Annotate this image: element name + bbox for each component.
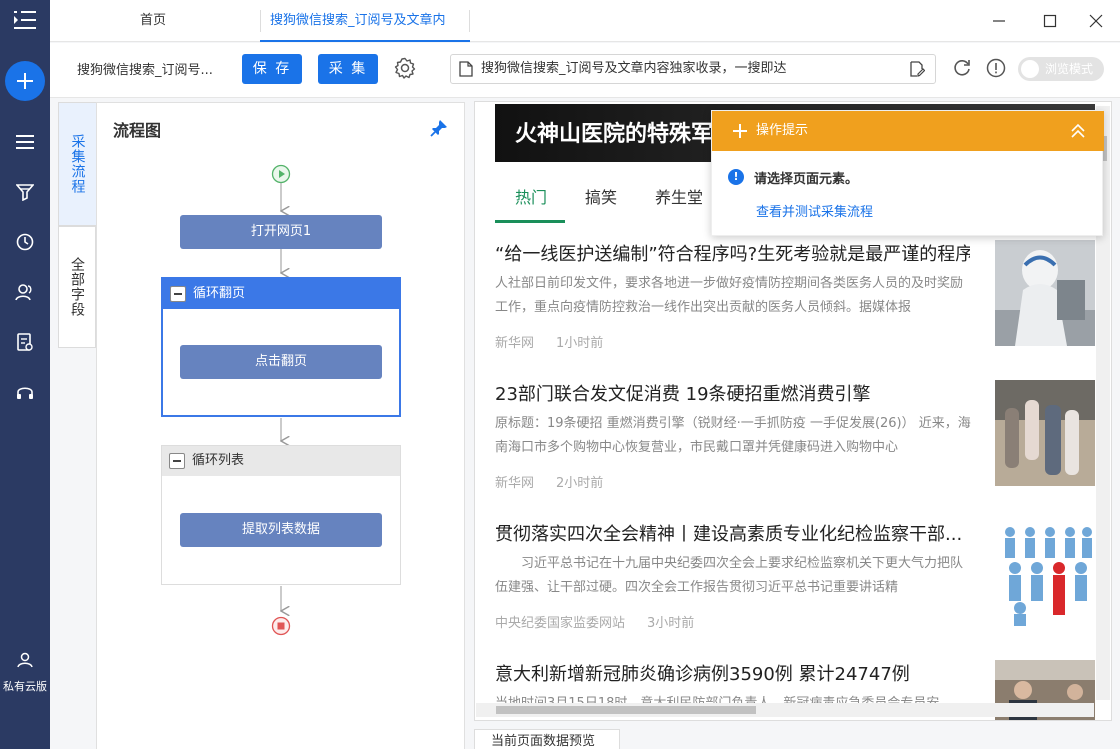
article-meta: 新华网 1小时前 [495, 332, 625, 351]
loop-list-label: 循环列表 [192, 453, 245, 468]
refresh-icon[interactable] [952, 58, 972, 82]
side-tabs: 采集流程 全部字段 [58, 102, 96, 348]
collect-button[interactable]: 采 集 [318, 54, 378, 84]
title-bar: 首页 搜狗微信搜索_订阅号及文章内 [50, 0, 1120, 42]
article-source: 中央纪委国家监委网站 [495, 616, 626, 631]
article-time: 2小时前 [556, 476, 604, 491]
flow-panel: 流程图 打开网页1 循环翻页 点击翻页 循环列表 提取列表数据 [96, 102, 465, 749]
nav-health[interactable]: 养生堂 [655, 184, 703, 208]
url-field[interactable]: 搜狗微信搜索_订阅号及文章内容独家收录，一搜即达 [450, 54, 936, 84]
article-thumbnail[interactable] [995, 380, 1095, 486]
browse-mode-label: 浏览模式 [1045, 62, 1094, 76]
tab-current-task-label: 搜狗微信搜索_订阅号及文章内 [270, 13, 446, 28]
plus-icon [17, 73, 33, 89]
node-click-page[interactable]: 点击翻页 [180, 345, 382, 379]
new-task-button[interactable] [5, 61, 45, 101]
private-cloud-label: 私有云版 [3, 680, 47, 693]
banner-title: 火神山医院的特殊军 [515, 122, 714, 147]
tips-title: 操作提示 [756, 123, 809, 138]
browse-mode-toggle[interactable]: 浏览模式 [1018, 57, 1104, 81]
export-doc-icon[interactable] [0, 322, 50, 362]
collapse-up-icon[interactable] [1070, 123, 1086, 143]
menu-collapse-icon[interactable] [0, 0, 50, 40]
article-meta: 中央纪委国家监委网站 3小时前 [495, 612, 716, 631]
flow-connectors [97, 183, 466, 749]
gear-icon[interactable] [394, 57, 416, 83]
collapse-icon[interactable] [170, 286, 186, 302]
tab-all-fields[interactable]: 全部字段 [58, 226, 96, 348]
article-title[interactable]: “给一线医护送编制”符合程序吗?生死考验就是最严谨的程序 [495, 240, 970, 266]
nav-funny[interactable]: 搞笑 [585, 184, 617, 208]
tab-home[interactable]: 首页 [140, 0, 166, 42]
left-rail: 私有云版 [0, 0, 50, 749]
filter-icon[interactable] [0, 172, 50, 212]
plus-icon [732, 123, 748, 143]
article-source: 新华网 [495, 476, 535, 491]
article-summary: 习近平总书记在十九届中央纪委四次全会上要求纪检监察机关下更大气力把队伍建强、让干… [495, 556, 964, 595]
headset-icon[interactable] [0, 372, 50, 412]
article-summary: 原标题：19条硬招 重燃消费引擎（锐财经·一手抓防疫 一手促发展(26)） 近来… [495, 416, 971, 455]
nav-underline [495, 220, 565, 223]
save-button[interactable]: 保 存 [242, 54, 302, 84]
document-icon [459, 61, 473, 81]
tab-collect-flow[interactable]: 采集流程 [58, 102, 96, 226]
loop-list-header[interactable]: 循环列表 [162, 446, 400, 476]
toolbar: 搜狗微信搜索_订阅号... 保 存 采 集 搜狗微信搜索_订阅号及文章内容独家收… [50, 43, 1120, 98]
article-title[interactable]: 23部门联合发文促消费 19条硬招重燃消费引擎 [495, 380, 970, 406]
tab-current-task[interactable]: 搜狗微信搜索_订阅号及文章内 [260, 0, 470, 42]
tips-message: 请选择页面元素。 [754, 172, 859, 187]
article-thumbnail[interactable] [995, 240, 1095, 346]
article-title[interactable]: 意大利新增新冠肺炎确诊病例3590例 累计24747例 [495, 660, 970, 686]
article-title[interactable]: 贯彻落实四次全会精神丨建设高素质专业化纪检监察干部... [495, 520, 970, 546]
task-name[interactable]: 搜狗微信搜索_订阅号... [77, 43, 213, 98]
nav-hot[interactable]: 热门 [515, 184, 547, 208]
loop-paging-header[interactable]: 循环翻页 [163, 279, 399, 309]
article-summary: 人社部日前印发文件，要求各地进一步做好疫情防控期间各类医务人员的及时奖励工作，重… [495, 276, 964, 315]
edit-url-icon[interactable] [909, 61, 926, 81]
alert-icon[interactable] [986, 58, 1006, 82]
article-thumbnail[interactable] [995, 520, 1095, 626]
maximize-icon[interactable] [1039, 10, 1061, 32]
toggle-knob [1021, 60, 1039, 78]
scrollbar-thumb[interactable] [496, 706, 756, 714]
article-meta: 新华网 2小时前 [495, 472, 625, 491]
horizontal-scrollbar[interactable] [476, 703, 1094, 717]
tips-header[interactable]: 操作提示 [712, 111, 1104, 151]
article-source: 新华网 [495, 336, 535, 351]
article-time: 1小时前 [556, 336, 604, 351]
user-icon[interactable] [0, 640, 50, 680]
operation-tips-panel: 操作提示 ! 请选择页面元素。 查看并测试采集流程 [711, 110, 1104, 236]
data-preview-tab[interactable]: 当前页面数据预览 [474, 729, 620, 749]
info-icon: ! [728, 169, 744, 185]
start-icon [271, 164, 291, 188]
end-icon [271, 616, 291, 640]
list-icon[interactable] [0, 122, 50, 162]
app-window: 私有云版 首页 搜狗微信搜索_订阅号及文章内 搜狗微信搜索_订阅号... 保 存… [0, 0, 1120, 749]
url-text: 搜狗微信搜索_订阅号及文章内容独家收录，一搜即达 [481, 61, 787, 76]
minimize-icon[interactable] [988, 10, 1010, 32]
node-open-page[interactable]: 打开网页1 [180, 215, 382, 249]
close-icon[interactable] [1085, 10, 1107, 32]
node-extract-list[interactable]: 提取列表数据 [180, 513, 382, 547]
test-flow-link[interactable]: 查看并测试采集流程 [756, 201, 873, 220]
loop-paging-label: 循环翻页 [193, 286, 246, 301]
team-icon[interactable] [0, 272, 50, 312]
article-time: 3小时前 [647, 616, 695, 631]
history-icon[interactable] [0, 222, 50, 262]
collapse-icon[interactable] [169, 453, 185, 469]
